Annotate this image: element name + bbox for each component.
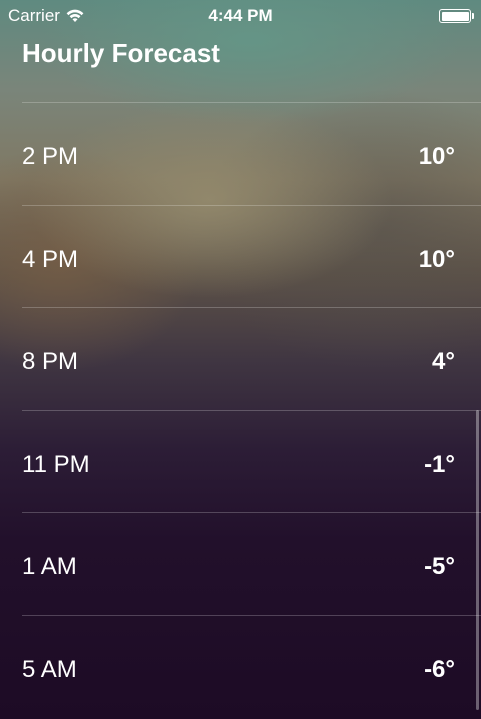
forecast-row[interactable]: 11 PM -1°	[22, 409, 481, 513]
forecast-hour: 11 PM	[22, 450, 90, 478]
forecast-temp: 10°	[418, 143, 455, 170]
forecast-temp: -1°	[424, 450, 455, 478]
forecast-row[interactable]: 2 PM 10°	[22, 102, 481, 205]
status-bar: Carrier 4:44 PM	[0, 0, 481, 32]
status-time: 4:44 PM	[208, 6, 273, 25]
scroll-indicator[interactable]	[476, 410, 479, 710]
page-title: Hourly Forecast	[22, 38, 220, 68]
forecast-hour: 2 PM	[22, 143, 79, 170]
hourly-forecast-list[interactable]: 2 PM 10° 4 PM 10° 8 PM 4° 11 PM -1° 1 AM…	[22, 102, 481, 717]
forecast-hour: 4 PM	[22, 245, 79, 273]
battery-icon	[439, 9, 474, 23]
forecast-row[interactable]: 1 AM -5°	[22, 512, 481, 615]
forecast-hour: 8 PM	[22, 348, 79, 375]
forecast-row[interactable]: 8 PM 4°	[22, 307, 481, 410]
forecast-row[interactable]: 5 AM -6°	[22, 614, 481, 718]
forecast-hour: 5 AM	[22, 655, 77, 683]
forecast-row[interactable]: 4 PM 10°	[22, 204, 481, 308]
forecast-temp: -6°	[424, 655, 455, 683]
forecast-temp: 4°	[432, 348, 455, 375]
forecast-temp: 10°	[418, 245, 455, 273]
forecast-temp: -5°	[424, 553, 455, 580]
forecast-hour: 1 AM	[22, 553, 77, 580]
